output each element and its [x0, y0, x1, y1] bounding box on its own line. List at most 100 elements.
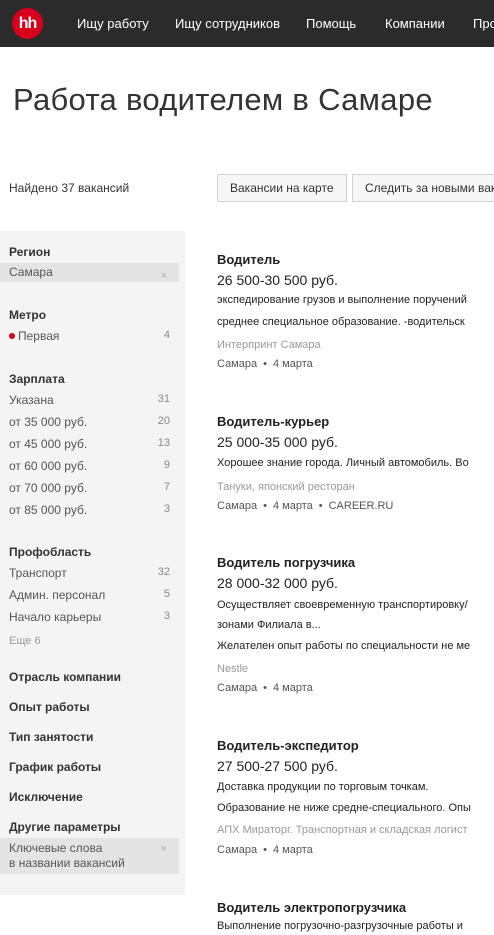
salary-item-count: 9 — [163, 459, 170, 471]
prof-item-label: Начало карьеры — [9, 610, 102, 624]
region-selected-chip[interactable]: Самара × — [0, 263, 179, 282]
filter-experience[interactable]: Опыт работы — [9, 700, 90, 714]
salary-item[interactable]: от 45 000 руб. 13 — [9, 437, 170, 451]
vacancy-item: Водитель-курьер 25 000-35 000 руб. Хорош… — [217, 414, 494, 524]
salary-item-label: от 45 000 руб. — [9, 437, 88, 451]
top-navigation: hh Ищу работу Ищу сотрудников Помощь Ком… — [0, 0, 494, 47]
vacancy-city: Самара — [217, 358, 258, 370]
salary-item-label: Указана — [9, 393, 54, 407]
vacancy-description: среднее специальное образование. -водите… — [217, 316, 465, 328]
vacancy-salary: 28 000-32 000 руб. — [217, 575, 338, 591]
vacancy-company-link[interactable]: Nestle — [217, 663, 248, 675]
salary-item[interactable]: от 70 000 руб. 7 — [9, 481, 170, 495]
metro-item[interactable]: Первая 4 — [9, 329, 170, 343]
follow-button[interactable]: Следить за новыми вак — [352, 174, 494, 202]
metro-item-count: 4 — [163, 329, 170, 341]
vacancy-city: Самара — [217, 682, 258, 694]
vacancy-city: Самара — [217, 844, 258, 856]
vacancy-description: Образование не ниже средне-специального.… — [217, 802, 471, 814]
prof-item[interactable]: Транспорт 32 — [9, 566, 170, 580]
vacancy-meta: Самара • 4 марта — [217, 358, 313, 370]
salary-item-label: от 70 000 руб. — [9, 481, 88, 495]
vacancy-item: Водитель погрузчика 28 000-32 000 руб. О… — [217, 555, 494, 700]
vacancy-description: Желателен опыт работы по специальности н… — [217, 640, 471, 652]
prof-more-link[interactable]: Еще 6 — [9, 635, 41, 647]
keywords-chip-line1: Ключевые слова — [9, 841, 103, 855]
salary-item-count: 7 — [163, 481, 170, 493]
filters-sidebar: Регион Самара × Метро Первая 4 Зарплата … — [0, 231, 185, 895]
vacancy-salary: 27 500-27 500 руб. — [217, 758, 338, 774]
vacancy-title-link[interactable]: Водитель — [217, 252, 280, 267]
salary-item[interactable]: от 60 000 руб. 9 — [9, 459, 170, 473]
vacancy-description: Доставка продукции по торговым точкам. — [217, 781, 429, 793]
prof-item-count: 3 — [163, 610, 170, 622]
vacancy-title-link[interactable]: Водитель-экспедитор — [217, 738, 359, 753]
prof-item[interactable]: Админ. персонал 5 — [9, 588, 170, 602]
remove-region-icon[interactable]: × — [161, 267, 167, 286]
region-selected-label: Самара — [9, 265, 53, 279]
salary-item-count: 3 — [163, 503, 170, 515]
vacancy-item: Водитель-экспедитор 27 500-27 500 руб. Д… — [217, 738, 494, 863]
metro-line-dot-icon — [9, 333, 15, 339]
prof-item-label: Транспорт — [9, 566, 67, 580]
vacancy-meta: Самара • 4 марта — [217, 682, 313, 694]
vacancy-description: зонами Филиала в... — [217, 619, 321, 631]
page-title: Работа водителем в Самаре — [13, 82, 433, 117]
vacancy-description: Осуществляет своевременную транспортиров… — [217, 599, 468, 611]
vacancy-date: 4 марта — [272, 358, 313, 370]
map-button[interactable]: Вакансии на карте — [217, 174, 347, 202]
vacancy-date: 4 марта — [272, 500, 313, 512]
nav-help[interactable]: Помощь — [306, 16, 356, 31]
salary-item-count: 13 — [157, 437, 170, 449]
salary-item[interactable]: от 85 000 руб. 3 — [9, 503, 170, 517]
vacancy-title-link[interactable]: Водитель электропогрузчика — [217, 900, 406, 915]
vacancy-meta: Самара • 4 марта — [217, 844, 313, 856]
filter-metro-title: Метро — [9, 308, 47, 322]
filter-exclusion[interactable]: Исключение — [9, 790, 83, 804]
vacancy-salary: 25 000-35 000 руб. — [217, 434, 338, 450]
nav-more[interactable]: Про — [473, 16, 494, 31]
filter-schedule[interactable]: График работы — [9, 760, 101, 774]
vacancy-date: 4 марта — [272, 682, 313, 694]
salary-item-label: от 85 000 руб. — [9, 503, 88, 517]
prof-item-count: 5 — [163, 588, 170, 600]
vacancy-company-link[interactable]: Тануки, японский ресторан — [217, 481, 355, 493]
vacancy-company-link[interactable]: Интерпринт Самара — [217, 339, 321, 351]
vacancy-description: Выполнение погрузочно-разгрузочные работ… — [217, 920, 463, 932]
filter-prof-title: Профобласть — [9, 545, 92, 559]
salary-item-count: 31 — [157, 393, 170, 405]
prof-item-label: Админ. персонал — [9, 588, 106, 602]
vacancy-title-link[interactable]: Водитель-курьер — [217, 414, 329, 429]
vacancy-salary: 26 500-30 500 руб. — [217, 272, 338, 288]
keywords-chip-line2: в названии вакансий — [9, 856, 125, 870]
filter-industry[interactable]: Отрасль компании — [9, 670, 121, 684]
results-count: Найдено 37 вакансий — [9, 181, 130, 195]
salary-item-count: 20 — [157, 415, 170, 427]
salary-item[interactable]: от 35 000 руб. 20 — [9, 415, 170, 429]
nav-companies[interactable]: Компании — [385, 16, 445, 31]
metro-item-label: Первая — [18, 329, 60, 343]
vacancy-company-link[interactable]: АПХ Мираторг. Транспортная и складская л… — [217, 824, 467, 836]
vacancy-item: Водитель электропогрузчика Выполнение по… — [217, 900, 494, 935]
vacancy-meta: Самара • 4 марта • CAREER.RU — [217, 500, 394, 512]
remove-keywords-icon[interactable]: × — [161, 842, 167, 857]
vacancy-item: Водитель 26 500-30 500 руб. экспедирован… — [217, 252, 494, 382]
prof-item[interactable]: Начало карьеры 3 — [9, 610, 170, 624]
nav-job-search[interactable]: Ищу работу — [77, 16, 149, 31]
filter-other-params: Другие параметры — [9, 820, 121, 834]
vacancy-description: Хорошее знание города. Личный автомобиль… — [217, 457, 469, 469]
salary-item-label: от 35 000 руб. — [9, 415, 88, 429]
salary-item-label: от 60 000 руб. — [9, 459, 88, 473]
salary-item[interactable]: Указана 31 — [9, 393, 170, 407]
filter-salary-title: Зарплата — [9, 372, 65, 386]
vacancy-source: CAREER.RU — [328, 500, 394, 512]
vacancy-date: 4 марта — [272, 844, 313, 856]
vacancy-city: Самара — [217, 500, 258, 512]
filter-employment-type[interactable]: Тип занятости — [9, 730, 93, 744]
vacancy-description: экспедирование грузов и выполнение поруч… — [217, 294, 467, 306]
vacancy-title-link[interactable]: Водитель погрузчика — [217, 555, 355, 570]
hh-logo[interactable]: hh — [12, 8, 43, 39]
prof-item-count: 32 — [157, 566, 170, 578]
keywords-chip[interactable]: Ключевые слова в названии вакансий × — [0, 838, 179, 874]
nav-employee-search[interactable]: Ищу сотрудников — [175, 16, 280, 31]
